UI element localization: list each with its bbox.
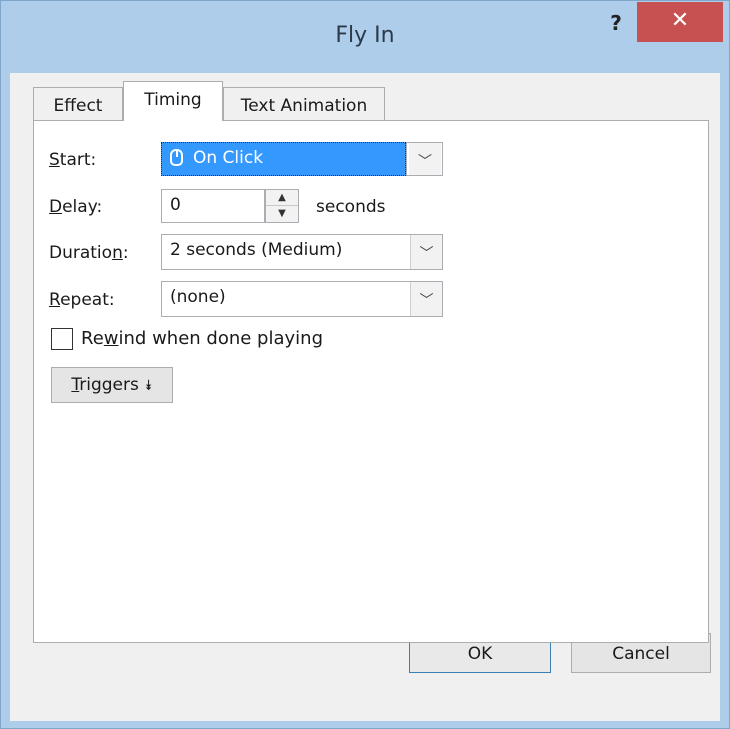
repeat-value: (none) bbox=[170, 287, 226, 307]
help-button[interactable]: ? bbox=[605, 11, 627, 41]
chevron-down-icon: ﹀ bbox=[410, 282, 442, 316]
delay-spinner[interactable]: ▲ ▼ bbox=[265, 189, 299, 223]
chevron-down-icon: ﹀ bbox=[410, 235, 442, 269]
duration-dropdown[interactable]: 2 seconds (Medium) ﹀ bbox=[161, 234, 443, 270]
mouse-icon bbox=[170, 149, 183, 166]
start-label: Start: bbox=[49, 150, 97, 170]
dialog-body: Effect Timing Text Animation Start: On C… bbox=[10, 73, 720, 721]
duration-value: 2 seconds (Medium) bbox=[170, 240, 343, 260]
start-value: On Click bbox=[193, 148, 264, 168]
tab-effect[interactable]: Effect bbox=[33, 87, 123, 121]
repeat-dropdown[interactable]: (none) ﹀ bbox=[161, 281, 443, 317]
close-button[interactable]: ✕ bbox=[637, 2, 723, 42]
chevron-down-icon: ﹀ bbox=[409, 143, 441, 175]
start-dropdown-button[interactable]: ﹀ bbox=[406, 142, 443, 176]
dialog-window: Fly In ? ✕ Effect Timing Text Animation … bbox=[0, 0, 730, 729]
tab-text-animation[interactable]: Text Animation bbox=[223, 87, 385, 121]
duration-label: Duration: bbox=[49, 243, 129, 263]
rewind-label[interactable]: Rewind when done playing bbox=[81, 328, 323, 349]
delay-unit: seconds bbox=[316, 197, 386, 217]
spin-down-icon[interactable]: ▼ bbox=[266, 206, 298, 222]
tab-timing[interactable]: Timing bbox=[123, 81, 223, 121]
repeat-label: Repeat: bbox=[49, 290, 115, 310]
start-dropdown[interactable]: On Click bbox=[161, 142, 406, 176]
title-bar: Fly In ? ✕ bbox=[1, 1, 729, 73]
delay-label: Delay: bbox=[49, 197, 103, 217]
timing-panel: Start: On Click ﹀ Delay: 0 ▲ ▼ seconds D… bbox=[33, 120, 709, 643]
rewind-checkbox[interactable] bbox=[51, 328, 73, 350]
triggers-button[interactable]: Triggers ⯯ bbox=[51, 367, 173, 403]
delay-input[interactable]: 0 bbox=[161, 189, 265, 223]
double-chevron-down-icon: ⯯ bbox=[144, 378, 153, 394]
spin-up-icon[interactable]: ▲ bbox=[266, 190, 298, 206]
